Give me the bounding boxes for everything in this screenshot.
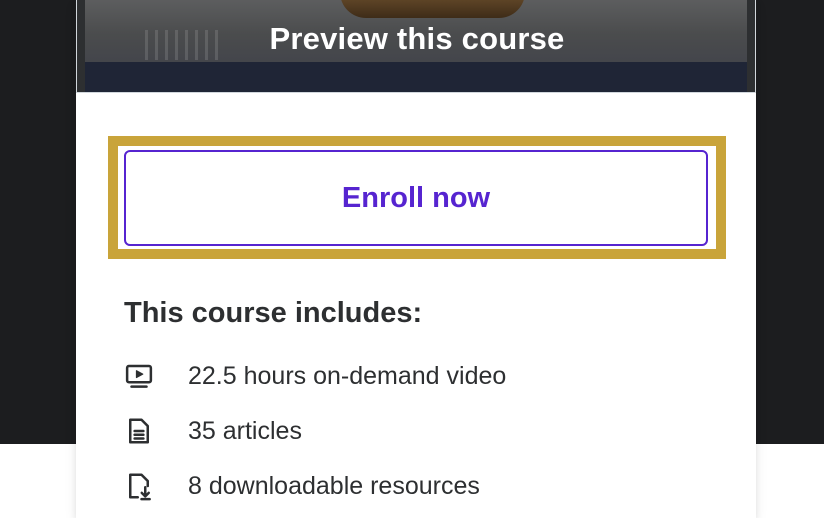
- include-item-label: 22.5 hours on-demand video: [188, 361, 507, 390]
- include-item-video: 22.5 hours on-demand video: [124, 360, 506, 392]
- preview-bottom-strip: [85, 62, 747, 92]
- preview-thumbnail-object: [340, 0, 525, 18]
- preview-course-label[interactable]: Preview this course: [77, 19, 755, 59]
- course-includes-heading: This course includes:: [124, 297, 423, 329]
- video-icon: [124, 360, 156, 392]
- enroll-now-button[interactable]: Enroll now: [124, 150, 708, 246]
- include-item-label: 8 downloadable resources: [188, 471, 480, 500]
- course-preview-video[interactable]: Preview this course: [76, 0, 756, 93]
- include-item-articles: 35 articles: [124, 415, 302, 447]
- include-item-downloads: 8 downloadable resources: [124, 470, 480, 502]
- download-file-icon: [124, 470, 156, 502]
- article-icon: [124, 415, 156, 447]
- include-item-label: 35 articles: [188, 416, 302, 445]
